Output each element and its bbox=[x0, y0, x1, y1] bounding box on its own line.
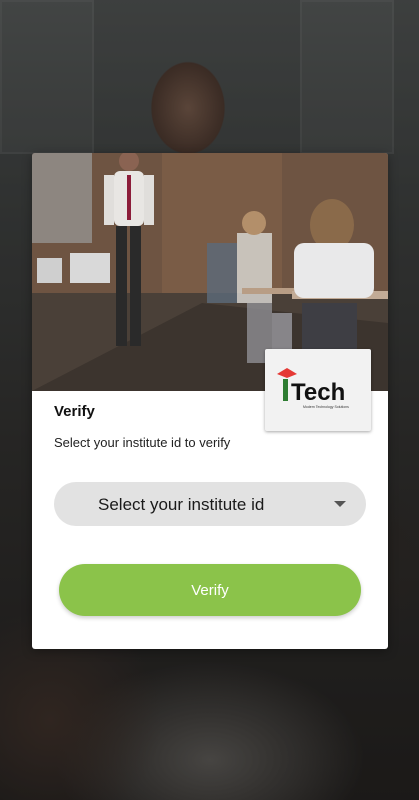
logo-graphic: Tech Modern Technology Solutions bbox=[277, 368, 349, 409]
institute-id-select[interactable]: Select your institute id bbox=[54, 482, 366, 526]
verify-dialog: Tech Modern Technology Solutions Verify … bbox=[32, 153, 388, 649]
logo-tagline: Modern Technology Solutions bbox=[303, 405, 349, 409]
dialog-subtitle: Select your institute id to verify bbox=[54, 435, 231, 450]
logo-brand-text: Tech bbox=[291, 379, 345, 406]
itech-logo: Tech Modern Technology Solutions bbox=[265, 349, 371, 431]
dialog-title: Verify bbox=[54, 403, 95, 420]
dropdown-arrow-icon bbox=[334, 501, 346, 507]
institute-id-select-label: Select your institute id bbox=[98, 495, 265, 514]
verify-button[interactable]: Verify bbox=[59, 564, 361, 616]
